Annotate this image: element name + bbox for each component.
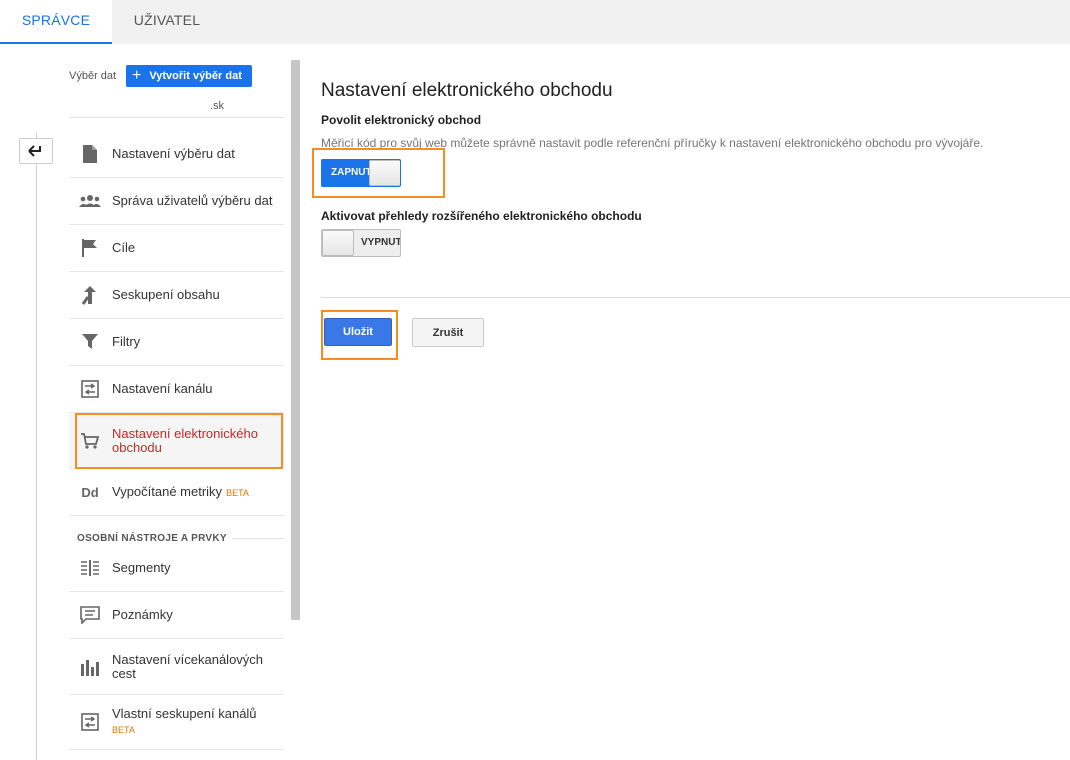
toggle-knob (322, 230, 354, 256)
sidebar-item-label: Nastavení kanálu (112, 381, 213, 396)
merge-icon (79, 284, 101, 306)
sidebar-item-label: Správa uživatelů výběru dat (112, 193, 273, 208)
sidebar-item-property-settings[interactable]: Nastavení výběru dat (69, 131, 284, 178)
cart-icon (79, 430, 101, 452)
sidebar-scrollbar[interactable] (291, 60, 300, 620)
flag-icon (79, 237, 101, 259)
sidebar-item-content-grouping[interactable]: Seskupení obsahu (69, 272, 284, 319)
sidebar-item-label: Segmenty (112, 560, 171, 575)
cancel-button[interactable]: Zrušit (412, 318, 484, 347)
page-title: Nastavení elektronického obchodu (321, 80, 613, 101)
sidebar-item-label: Cíle (112, 240, 136, 255)
beta-badge: BETA (112, 725, 135, 735)
enable-ecommerce-help: Měřicí kód pro svůj web můžete správně n… (321, 136, 984, 150)
tab-user[interactable]: UŽIVATEL (112, 0, 222, 44)
sidebar-item-label: Nastavení výběru dat (112, 146, 235, 161)
sidebar-item-label: Seskupení obsahu (112, 287, 220, 302)
annotation-icon (79, 604, 101, 626)
sidebar-item-custom-channel-grouping[interactable]: Vlastní seskupení kanálů BETA (69, 695, 284, 750)
create-property-button[interactable]: + Vytvořit výběr dat (126, 65, 252, 87)
sidebar-item-label: Nastavení elektronického obchodu (112, 425, 258, 455)
sidebar-item-label-wrap: Vypočítané metriky BETA (112, 483, 249, 500)
enable-ecommerce-title: Povolit elektronický obchod (321, 113, 482, 127)
document-icon (79, 143, 101, 165)
form-divider (321, 297, 1070, 298)
property-domain[interactable]: .sk (210, 100, 224, 112)
save-button[interactable]: Uložit (324, 318, 392, 346)
channel-icon (79, 378, 101, 400)
create-property-label: Vytvořit výběr dat (149, 70, 242, 82)
sidebar-item-segments[interactable]: Segmenty (69, 545, 284, 592)
bar-chart-icon (79, 656, 101, 678)
toggle-knob (369, 160, 400, 186)
left-rail (36, 132, 37, 760)
sidebar-item-annotations[interactable]: Poznámky (69, 592, 284, 639)
sidebar-item-label: Vypočítané metriky (112, 483, 223, 499)
filter-icon (79, 331, 101, 353)
users-icon (79, 190, 101, 212)
plus-icon: + (132, 67, 142, 84)
beta-badge: BETA (226, 487, 249, 498)
sidebar-item-user-management[interactable]: Správa uživatelů výběru dat (69, 178, 284, 225)
sidebar-item-multichannel-settings[interactable]: Nastavení vícekanálových cest (69, 639, 284, 695)
sidebar-item-label: Nastavení vícekanálových cest (112, 651, 264, 681)
personal-tools-heading: OSOBNÍ NÁSTROJE A PRVKY (77, 533, 227, 544)
channel-icon (79, 711, 101, 733)
sidebar-item-ecommerce-settings[interactable]: Nastavení elektronického obchodu (69, 413, 284, 469)
sidebar-item-label-wrap: Vlastní seskupení kanálů BETA (112, 707, 257, 737)
tab-admin[interactable]: SPRÁVCE (0, 0, 112, 44)
toggle-label: VYPNUTO (361, 237, 401, 248)
back-arrow-icon (28, 145, 41, 157)
sidebar-item-label: Filtry (112, 334, 141, 349)
dd-icon: Dd (81, 484, 99, 500)
sidebar-item-calculated-metrics[interactable]: Dd Vypočítané metriky BETA (69, 469, 284, 516)
section-divider (232, 538, 284, 539)
sidebar-item-goals[interactable]: Cíle (69, 225, 284, 272)
back-button[interactable] (19, 138, 53, 164)
sidebar-divider (69, 117, 284, 118)
property-label: Výběr dat (69, 70, 117, 82)
enhanced-ecommerce-title: Aktivovat přehledy rozšířeného elektroni… (321, 209, 642, 223)
segments-icon (79, 557, 101, 579)
sidebar-item-label: Vlastní seskupení kanálů (112, 706, 257, 721)
top-tab-bar: SPRÁVCE UŽIVATEL (0, 0, 1070, 44)
sidebar-item-label: Poznámky (112, 607, 173, 622)
enable-ecommerce-toggle[interactable]: ZAPNUTO (321, 159, 401, 187)
sidebar-item-filters[interactable]: Filtry (69, 319, 284, 366)
enhanced-ecommerce-toggle[interactable]: VYPNUTO (321, 229, 401, 257)
sidebar-item-channel-settings[interactable]: Nastavení kanálu (69, 366, 284, 413)
